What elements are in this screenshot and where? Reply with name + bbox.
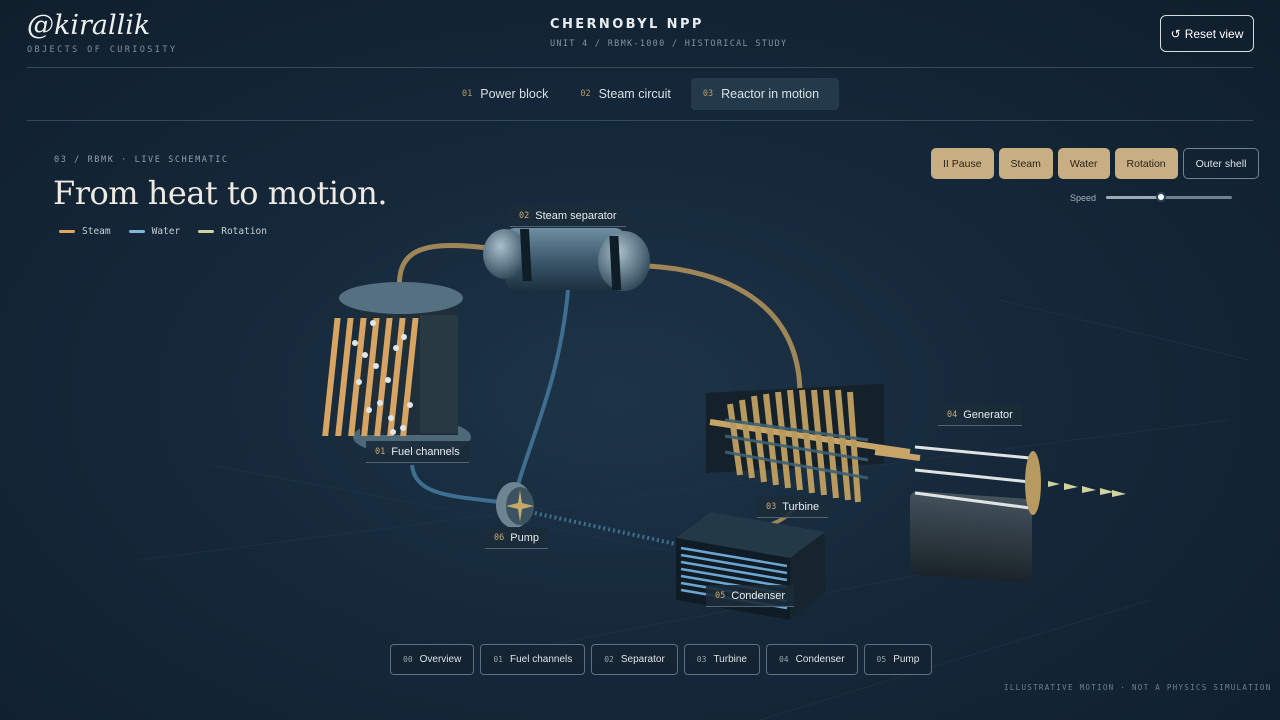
downcomer-pipe	[513, 289, 570, 496]
nav-pump[interactable]: 05 Pump	[863, 644, 933, 675]
nav-fuel-channels[interactable]: 01 Fuel channels	[480, 644, 586, 675]
pause-label: Pause	[951, 157, 982, 170]
pump	[496, 482, 534, 528]
label-number: 02	[519, 210, 530, 221]
reactor-core	[322, 282, 471, 455]
water-swatch	[128, 230, 145, 233]
speed-slider-fill	[1106, 196, 1162, 199]
label-text: Fuel channels	[391, 445, 460, 458]
feed-pipe	[410, 464, 501, 504]
label-steam-separator[interactable]: 02 Steam separator	[510, 205, 626, 227]
label-text: Steam separator	[535, 209, 617, 222]
label-text: Condenser	[731, 589, 786, 602]
label-number: 04	[947, 409, 958, 420]
steam-swatch	[59, 230, 75, 233]
label-condenser[interactable]: 05 Condenser	[706, 585, 795, 607]
label-number: 05	[715, 590, 726, 601]
simulation-controls: II Pause Steam Water Rotation Outer shel…	[931, 148, 1260, 179]
disclaimer-footnote: ILLUSTRATIVE MOTION · NOT A PHYSICS SIMU…	[1004, 683, 1272, 692]
speed-slider[interactable]	[1106, 192, 1232, 202]
turbine	[706, 383, 911, 503]
legend-steam: Steam	[59, 226, 111, 237]
nav-separator[interactable]: 02 Separator	[591, 644, 678, 675]
label-text: Turbine	[782, 500, 820, 513]
nav-number: 02	[604, 655, 614, 664]
label-generator[interactable]: 04 Generator	[938, 404, 1022, 426]
nav-turbine[interactable]: 03 Turbine	[683, 644, 760, 675]
legend-label: Water	[151, 226, 181, 237]
nav-label: Pump	[893, 654, 920, 665]
nav-condenser[interactable]: 04 Condenser	[765, 644, 858, 675]
rotation-swatch	[198, 230, 215, 233]
label-number: 06	[494, 532, 505, 543]
legend-rotation: Rotation	[198, 226, 267, 237]
nav-number: 03	[696, 655, 707, 664]
outer-shell-toggle[interactable]: Outer shell	[1182, 148, 1260, 179]
label-fuel-channels[interactable]: 01 Fuel channels	[366, 441, 469, 463]
nav-number: 01	[493, 655, 503, 664]
nav-label: Separator	[620, 654, 665, 665]
nav-number: 05	[876, 655, 887, 664]
label-turbine[interactable]: 03 Turbine	[757, 496, 829, 518]
section-heading: From heat to motion.	[53, 174, 387, 212]
steam-separator	[483, 228, 650, 291]
speed-label: Speed	[1070, 193, 1097, 203]
legend-label: Rotation	[221, 226, 267, 237]
generator	[874, 445, 1126, 583]
flow-legend: Steam Water Rotation	[59, 226, 267, 237]
label-number: 01	[375, 446, 386, 457]
pause-icon: II	[943, 157, 949, 170]
legend-water: Water	[128, 226, 181, 237]
section-kicker: 03 / RBMK · LIVE SCHEMATIC	[54, 155, 229, 165]
reactor-schematic	[139, 228, 1251, 720]
nav-label: Fuel channels	[509, 654, 573, 665]
steam-toggle[interactable]: Steam	[998, 148, 1053, 179]
rotation-toggle[interactable]: Rotation	[1114, 148, 1178, 179]
label-number: 03	[766, 501, 777, 512]
nav-label: Turbine	[713, 654, 747, 665]
steam-pipe-to-turbine	[647, 263, 803, 396]
label-text: Pump	[510, 531, 539, 544]
nav-number: 00	[403, 655, 413, 664]
label-text: Generator	[963, 408, 1013, 421]
pause-button[interactable]: II Pause	[931, 148, 994, 179]
nav-label: Condenser	[795, 654, 845, 665]
nav-number: 04	[778, 655, 789, 664]
nav-label: Overview	[419, 654, 462, 665]
nav-overview[interactable]: 00 Overview	[390, 644, 475, 675]
label-pump[interactable]: 06 Pump	[485, 527, 548, 549]
water-toggle[interactable]: Water	[1057, 148, 1110, 179]
component-nav: 00 Overview 01 Fuel channels 02 Separato…	[390, 644, 933, 675]
legend-label: Steam	[82, 226, 111, 237]
